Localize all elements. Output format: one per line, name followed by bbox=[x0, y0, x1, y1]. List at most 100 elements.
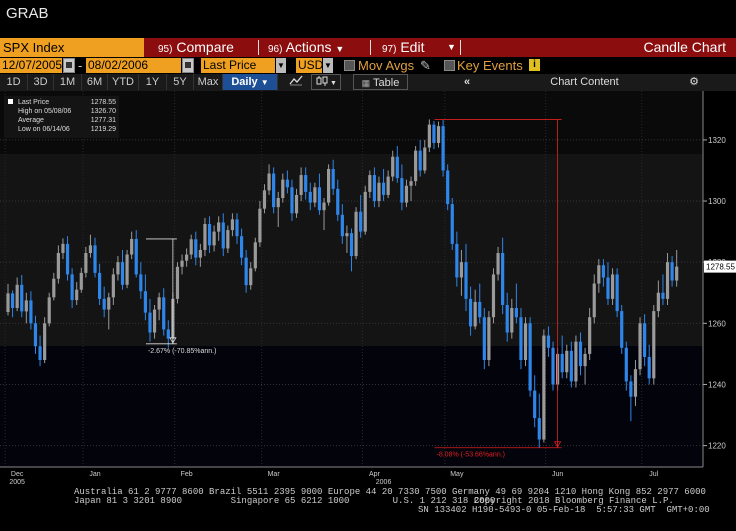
candle-body bbox=[404, 185, 409, 203]
period-toolbar: 1D 3D 1M 6M YTD 1Y 5Y Max Daily ▼ ▼ ▦ Ta… bbox=[0, 74, 736, 91]
table-label: Table bbox=[373, 77, 400, 89]
candle-body bbox=[359, 211, 363, 232]
candle-body bbox=[528, 323, 532, 391]
info-icon[interactable]: i bbox=[529, 59, 540, 71]
candle-body bbox=[519, 317, 523, 361]
chevron-down-icon[interactable]: ▼ bbox=[276, 58, 286, 73]
candle-body bbox=[249, 268, 253, 286]
chart-legend: Last Price 1278.55 High on 05/08/06 1326… bbox=[4, 96, 119, 138]
chart-type-label[interactable]: Candle Chart bbox=[644, 38, 727, 57]
candle-body bbox=[496, 253, 500, 275]
legend-label: Last Price bbox=[18, 99, 50, 106]
calendar-icon[interactable] bbox=[182, 58, 194, 73]
candle-body bbox=[207, 223, 212, 246]
candle-body bbox=[262, 190, 267, 209]
edit-dropdown-icon[interactable]: ▼ bbox=[447, 38, 456, 57]
edit-button[interactable]: 97) Edit bbox=[382, 38, 424, 57]
frequency-select[interactable]: Daily ▼ bbox=[223, 74, 278, 90]
candle-body bbox=[372, 175, 376, 202]
legend-value: 1277.31 bbox=[90, 117, 116, 124]
candle-body bbox=[98, 272, 102, 299]
gear-icon[interactable]: ⚙ bbox=[684, 74, 704, 90]
period-1y-button[interactable]: 1Y bbox=[139, 74, 167, 90]
candle-body bbox=[253, 242, 257, 269]
legend-row: High on 05/08/06 1326.70 bbox=[18, 107, 118, 116]
price-chart[interactable]: -2.67% (-70.85%ann.) -8.08% (-53.66%ann.)… bbox=[0, 91, 736, 486]
collapse-left-icon[interactable]: « bbox=[455, 74, 479, 90]
candle-body bbox=[523, 323, 528, 361]
annotation-label: -2.67% (-70.85%ann.) bbox=[148, 348, 216, 355]
candle-body bbox=[38, 346, 42, 361]
candle-body bbox=[308, 191, 312, 203]
period-max-button[interactable]: Max bbox=[194, 74, 223, 90]
svg-text:▼: ▼ bbox=[330, 80, 337, 87]
candle-body bbox=[239, 236, 244, 258]
period-1d-button[interactable]: 1D bbox=[0, 74, 28, 90]
candle-body bbox=[446, 170, 450, 205]
chart-content-button[interactable]: Chart Content bbox=[537, 74, 632, 90]
chevron-down-icon[interactable]: ▼ bbox=[323, 58, 333, 73]
mov-avgs-checkbox[interactable] bbox=[344, 60, 355, 71]
candle-body bbox=[583, 353, 587, 367]
candle-body bbox=[652, 311, 656, 379]
actions-button[interactable]: 96) Actions ▼ bbox=[268, 38, 344, 57]
candle-body bbox=[157, 297, 161, 310]
candle-body bbox=[670, 262, 674, 281]
candle-body bbox=[450, 204, 454, 244]
candle-body bbox=[143, 291, 147, 313]
divider bbox=[258, 40, 259, 55]
currency-select[interactable]: USD bbox=[296, 58, 323, 73]
candle-body bbox=[510, 308, 514, 333]
candle-body bbox=[656, 292, 660, 312]
y-tick-label: 1300 bbox=[708, 197, 726, 206]
x-tick-label: Feb bbox=[181, 471, 193, 478]
candle-body bbox=[331, 168, 335, 189]
candle-body bbox=[75, 289, 79, 301]
y-tick-label: 1320 bbox=[708, 136, 726, 145]
candle-body bbox=[152, 309, 157, 333]
candle-body bbox=[52, 278, 56, 298]
x-year-label: 2006 bbox=[376, 479, 392, 485]
candle-body bbox=[665, 262, 670, 299]
candle-body bbox=[551, 347, 555, 385]
candle-body bbox=[455, 243, 459, 278]
candle-body bbox=[336, 188, 340, 215]
line-chart-icon[interactable] bbox=[285, 74, 307, 90]
period-5y-button[interactable]: 5Y bbox=[167, 74, 194, 90]
period-6m-button[interactable]: 6M bbox=[82, 74, 108, 90]
period-1m-button[interactable]: 1M bbox=[54, 74, 82, 90]
candle-body bbox=[322, 202, 326, 211]
legend-label: Average bbox=[18, 117, 44, 124]
candle-body bbox=[116, 262, 120, 275]
annotation-label: -8.08% (-53.66%ann.) bbox=[437, 452, 505, 459]
candle-body bbox=[166, 329, 170, 339]
period-ytd-button[interactable]: YTD bbox=[108, 74, 139, 90]
candle-body bbox=[409, 181, 413, 186]
calendar-icon[interactable] bbox=[63, 58, 75, 73]
candle-body bbox=[601, 265, 605, 278]
table-button[interactable]: ▦ Table bbox=[353, 74, 408, 90]
price-field-select[interactable]: Last Price bbox=[201, 58, 275, 73]
security-field[interactable]: SPX Index bbox=[0, 38, 144, 57]
x-tick-label: May bbox=[450, 471, 464, 478]
candle-body bbox=[304, 175, 308, 192]
pencil-icon[interactable]: ✎ bbox=[420, 57, 431, 74]
candle-body bbox=[139, 274, 143, 292]
compare-button[interactable]: 95) Compare bbox=[158, 38, 234, 57]
candle-body bbox=[120, 262, 125, 285]
end-date-field[interactable]: 08/02/2006 bbox=[86, 58, 181, 73]
candle-body bbox=[615, 274, 619, 312]
candle-body bbox=[569, 350, 573, 382]
candle-chart-icon[interactable]: ▼ bbox=[311, 74, 341, 90]
candle-body bbox=[33, 323, 38, 347]
period-3d-button[interactable]: 3D bbox=[28, 74, 54, 90]
candle-body bbox=[217, 222, 221, 232]
candle-body bbox=[15, 284, 19, 309]
candle-body bbox=[29, 300, 33, 324]
candle-body bbox=[349, 233, 354, 257]
chevron-down-icon: ▼ bbox=[335, 44, 345, 54]
candle-body bbox=[432, 124, 436, 143]
key-events-checkbox[interactable] bbox=[444, 60, 455, 71]
start-date-field[interactable]: 12/07/2005 bbox=[0, 58, 62, 73]
candle-body bbox=[125, 254, 129, 285]
